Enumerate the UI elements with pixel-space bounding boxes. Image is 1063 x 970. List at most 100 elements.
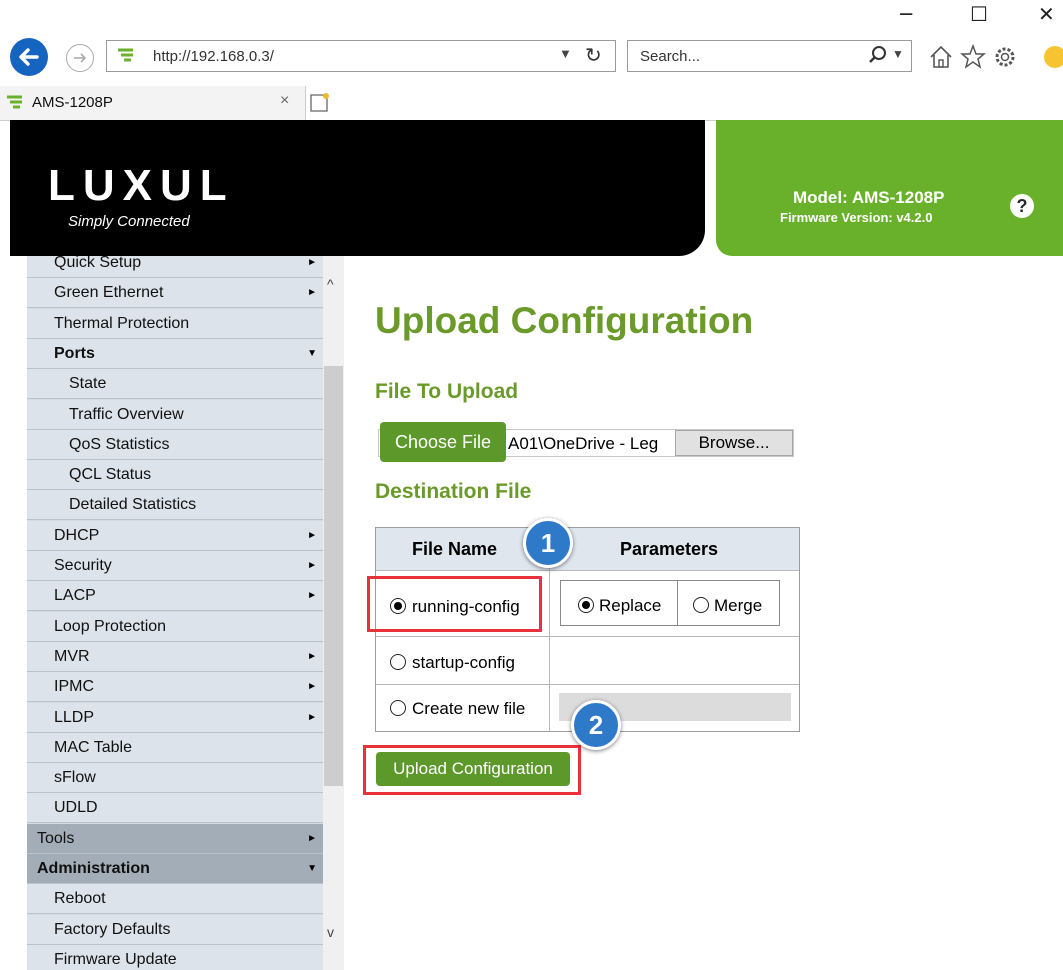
radio-startup-config[interactable] bbox=[390, 654, 406, 670]
sidebar-item-firmware-update[interactable]: Firmware Update bbox=[27, 944, 323, 970]
forward-arrow-icon bbox=[74, 53, 87, 63]
expand-down-icon: ▼ bbox=[307, 347, 317, 359]
sidebar-item-lldp[interactable]: LLDP ► bbox=[27, 702, 323, 733]
file-to-upload-heading: File To Upload bbox=[375, 380, 519, 403]
row-divider bbox=[376, 684, 799, 685]
refresh-icon[interactable]: ↻ bbox=[585, 43, 602, 67]
sidebar-item-label: Tools bbox=[37, 829, 75, 847]
sidebar-item-label: Thermal Protection bbox=[54, 314, 190, 332]
expand-down-icon: ▼ bbox=[307, 863, 317, 874]
home-icon[interactable] bbox=[928, 44, 954, 70]
radio-merge[interactable] bbox=[693, 597, 709, 613]
search-box[interactable]: Search... ▼ bbox=[627, 40, 912, 72]
scroll-up-icon[interactable]: ^ bbox=[327, 276, 334, 292]
sidebar-item-label: MVR bbox=[54, 647, 90, 665]
sidebar-item-factory-defaults[interactable]: Factory Defaults bbox=[27, 914, 323, 945]
submenu-arrow-icon: ► bbox=[307, 832, 317, 844]
new-tab-icon[interactable] bbox=[308, 92, 332, 114]
sidebar-item-qos-statistics[interactable]: QoS Statistics bbox=[27, 429, 323, 460]
radio-replace[interactable] bbox=[578, 597, 594, 613]
destination-file-heading: Destination File bbox=[375, 480, 532, 503]
scrollbar-thumb[interactable] bbox=[324, 366, 343, 786]
settings-gear-icon[interactable] bbox=[992, 44, 1018, 70]
sidebar-item-qcl-status[interactable]: QCL Status bbox=[27, 460, 323, 491]
parameters-divider bbox=[677, 580, 678, 626]
sidebar-item-lacp[interactable]: LACP ► bbox=[27, 581, 323, 612]
sidebar-item-label: Firmware Update bbox=[54, 950, 177, 968]
sidebar-item-udld[interactable]: UDLD bbox=[27, 793, 323, 824]
sidebar-item-state[interactable]: State bbox=[27, 369, 323, 400]
column-header-parameters: Parameters bbox=[620, 539, 719, 559]
luxul-logo: LUXUL bbox=[48, 161, 235, 210]
sidebar-item-label: Ports bbox=[54, 344, 95, 362]
radio-create-new-file[interactable] bbox=[390, 700, 406, 716]
step-badge-1: 1 bbox=[523, 518, 573, 568]
tab-favicon-icon bbox=[7, 95, 22, 109]
feedback-smiley-icon[interactable] bbox=[1042, 44, 1063, 70]
sidebar-nav: Quick Setup ► Green Ethernet ► Thermal Prote… bbox=[27, 256, 323, 970]
sidebar-item-label: IPMC bbox=[54, 678, 94, 696]
sidebar-item-ports[interactable]: Ports ▼ bbox=[27, 338, 323, 369]
search-dropdown-icon[interactable]: ▼ bbox=[892, 47, 904, 61]
sidebar-item-thermal-protection[interactable]: Thermal Protection bbox=[27, 308, 323, 339]
sidebar-item-label: LLDP bbox=[54, 708, 95, 726]
sidebar-item-label: sFlow bbox=[54, 769, 96, 787]
sidebar-item-label: State bbox=[69, 375, 107, 393]
sidebar-item-green-ethernet[interactable]: Green Ethernet ► bbox=[27, 278, 323, 309]
search-placeholder: Search... bbox=[640, 48, 701, 65]
sidebar-item-label: Loop Protection bbox=[54, 617, 167, 635]
sidebar-item-label: Green Ethernet bbox=[54, 284, 164, 302]
file-path-text: A01\OneDrive - Leg bbox=[508, 434, 659, 453]
sidebar-item-loop-protection[interactable]: Loop Protection bbox=[27, 611, 323, 642]
sidebar-item-administration[interactable]: Administration ▼ bbox=[27, 854, 323, 884]
tab-title: AMS-1208P bbox=[32, 94, 113, 111]
back-button[interactable] bbox=[10, 38, 48, 76]
sidebar-item-dhcp[interactable]: DHCP ► bbox=[27, 520, 323, 551]
tab-active[interactable]: AMS-1208P × bbox=[0, 86, 306, 120]
help-icon[interactable]: ? bbox=[1010, 194, 1034, 218]
maximize-button[interactable]: ☐ bbox=[970, 2, 988, 26]
submenu-arrow-icon: ► bbox=[307, 257, 317, 268]
highlight-upload-button bbox=[363, 745, 581, 795]
sidebar-item-tools[interactable]: Tools ► bbox=[27, 823, 323, 854]
row-divider bbox=[376, 570, 799, 571]
address-bar[interactable]: http://192.168.0.3/ ▼ ↻ bbox=[106, 40, 616, 72]
submenu-arrow-icon: ► bbox=[307, 529, 317, 541]
sidebar-item-label: Administration bbox=[37, 860, 150, 877]
svg-text:LUXUL: LUXUL bbox=[48, 161, 235, 210]
sidebar-item-detailed-statistics[interactable]: Detailed Statistics bbox=[27, 490, 323, 521]
forward-button[interactable] bbox=[66, 44, 94, 72]
address-url: http://192.168.0.3/ bbox=[153, 48, 274, 65]
sidebar-item-security[interactable]: Security ► bbox=[27, 551, 323, 581]
submenu-arrow-icon: ► bbox=[307, 287, 317, 299]
submenu-arrow-icon: ► bbox=[307, 650, 317, 662]
favorites-star-icon[interactable] bbox=[960, 44, 986, 70]
sidebar-item-ipmc[interactable]: IPMC ► bbox=[27, 672, 323, 703]
tab-close-icon[interactable]: × bbox=[280, 92, 289, 110]
choose-file-button[interactable]: Choose File bbox=[380, 422, 506, 462]
sidebar-item-mac-table[interactable]: MAC Table bbox=[27, 732, 323, 763]
label-replace: Replace bbox=[599, 596, 662, 615]
column-header-file-name: File Name bbox=[412, 539, 498, 559]
label-startup-config: startup-config bbox=[412, 653, 515, 672]
sidebar-item-label: Factory Defaults bbox=[54, 920, 171, 938]
model-label: Model: AMS-1208P bbox=[793, 188, 945, 207]
sidebar-item-label: QoS Statistics bbox=[69, 435, 170, 453]
sidebar-item-quick-setup[interactable]: Quick Setup ► bbox=[27, 256, 323, 278]
sidebar-item-traffic-overview[interactable]: Traffic Overview bbox=[27, 399, 323, 430]
browse-button[interactable]: Browse... bbox=[675, 430, 793, 456]
sidebar-item-label: UDLD bbox=[54, 799, 98, 817]
sidebar-item-label: DHCP bbox=[54, 526, 100, 544]
minimize-button[interactable]: ─ bbox=[900, 2, 912, 26]
close-window-button[interactable]: ✕ bbox=[1038, 2, 1055, 26]
address-dropdown-icon[interactable]: ▼ bbox=[559, 46, 572, 61]
label-create-new-file: Create new file bbox=[412, 699, 526, 718]
submenu-arrow-icon: ► bbox=[307, 560, 317, 571]
search-icon[interactable] bbox=[868, 45, 888, 65]
sidebar-item-sflow[interactable]: sFlow bbox=[27, 763, 323, 794]
scroll-down-icon[interactable]: v bbox=[327, 924, 334, 940]
sidebar-item-label: Traffic Overview bbox=[69, 405, 184, 423]
sidebar-item-reboot[interactable]: Reboot bbox=[27, 884, 323, 915]
sidebar-item-mvr[interactable]: MVR ► bbox=[27, 641, 323, 672]
label-merge: Merge bbox=[714, 596, 763, 615]
